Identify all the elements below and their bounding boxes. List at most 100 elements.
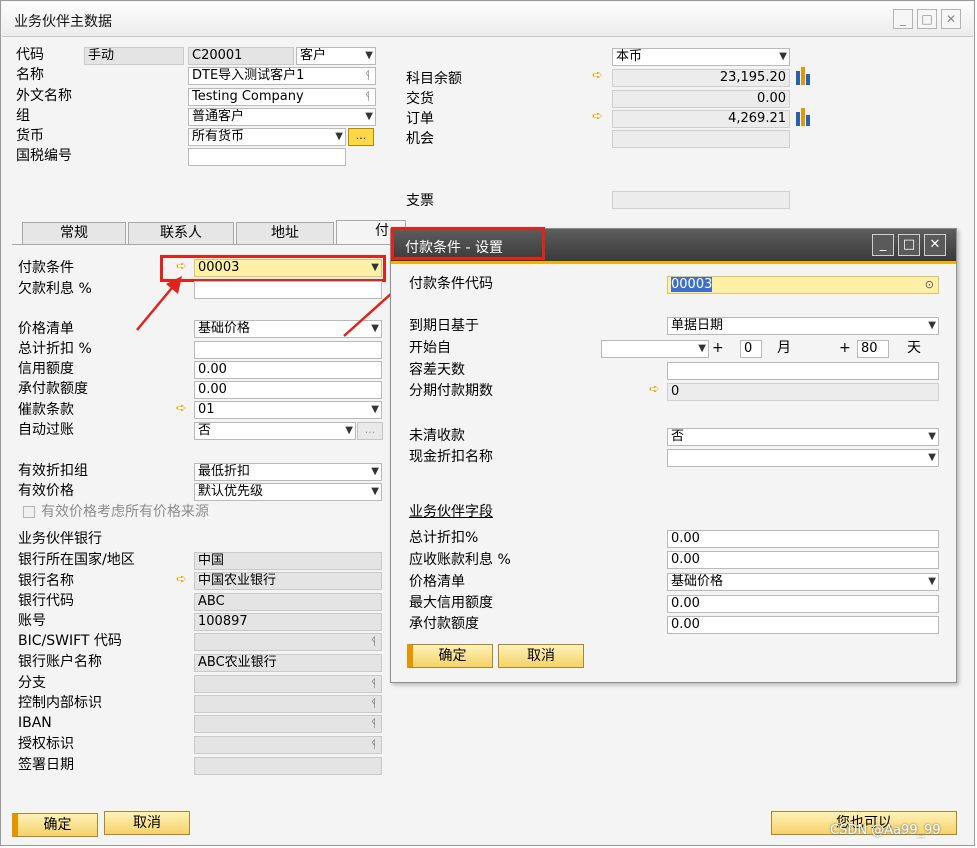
currency-label: 货币 bbox=[16, 128, 44, 144]
dlg-tolerance-field[interactable] bbox=[667, 362, 939, 380]
eff-price-checkbox[interactable] bbox=[23, 506, 35, 518]
dlg-open-value: 否 bbox=[671, 429, 685, 444]
link-arrow-icon[interactable]: ➪ bbox=[592, 108, 603, 126]
dlg-total-disc-label: 总计折扣% bbox=[409, 530, 479, 546]
dlg-commit-field[interactable]: 0.00 bbox=[667, 616, 939, 634]
currency-view-select[interactable]: 本币 ▼ bbox=[612, 48, 790, 66]
dialog-minimize-button[interactable]: _ bbox=[872, 234, 894, 256]
currency-view-value: 本币 bbox=[616, 49, 643, 64]
dlg-ok-button[interactable]: 确定 bbox=[407, 644, 493, 668]
dlg-cashdisc-select[interactable]: ▼ bbox=[667, 449, 939, 467]
sign-date-field bbox=[194, 757, 382, 775]
sign-date-label: 签署日期 bbox=[18, 757, 74, 773]
link-arrow-icon[interactable]: ➪ bbox=[176, 571, 187, 589]
control-field: ᛩ bbox=[194, 695, 382, 713]
mandate-field: ᛩ bbox=[194, 736, 382, 754]
commit-label: 承付款额度 bbox=[18, 381, 88, 397]
eff-disc-select[interactable]: 最低折扣 ▼ bbox=[194, 463, 382, 481]
bank-name-label: 银行名称 bbox=[18, 573, 74, 589]
tax-field[interactable] bbox=[188, 148, 346, 166]
chevron-down-icon: ▼ bbox=[371, 404, 379, 415]
check-label: 支票 bbox=[406, 193, 434, 209]
close-button[interactable]: ✕ bbox=[941, 9, 961, 29]
account-no-field: 100897 bbox=[194, 613, 382, 631]
chevron-down-icon: ▼ bbox=[345, 425, 353, 436]
foreign-name-field[interactable]: Testing Company ᛩ bbox=[188, 88, 376, 106]
eff-price-label: 有效价格 bbox=[18, 483, 74, 499]
eff-price-check-label: 有效价格考虑所有价格来源 bbox=[41, 504, 209, 520]
dlg-plus-days: + bbox=[839, 340, 851, 356]
dialog-maximize-button[interactable]: □ bbox=[898, 234, 920, 256]
dlg-cashdisc-label: 现金折扣名称 bbox=[409, 449, 493, 465]
dlg-max-credit-field[interactable]: 0.00 bbox=[667, 595, 939, 613]
dlg-open-select[interactable]: 否 ▼ bbox=[667, 428, 939, 446]
dlg-installments-label: 分期付款期数 bbox=[409, 383, 493, 399]
account-name-field: ABC农业银行 bbox=[194, 654, 382, 672]
link-arrow-icon[interactable]: ➪ bbox=[176, 400, 187, 418]
link-arrow-icon[interactable]: ➪ bbox=[649, 381, 660, 399]
eff-price-select[interactable]: 默认优先级 ▼ bbox=[194, 483, 382, 501]
autopost-browse-button[interactable]: ... bbox=[357, 422, 383, 440]
dialog-close-button[interactable]: ✕ bbox=[924, 234, 946, 256]
account-no-label: 账号 bbox=[18, 613, 46, 629]
branch-label: 分支 bbox=[18, 675, 46, 691]
dlg-start-label: 开始自 bbox=[409, 340, 451, 356]
name-field[interactable]: DTE导入测试客户1 ᛩ bbox=[188, 67, 376, 85]
bank-country-label: 银行所在国家/地区 bbox=[18, 552, 135, 568]
chevron-down-icon: ▼ bbox=[371, 466, 379, 477]
bank-country-field: 中国 bbox=[194, 552, 382, 570]
name-value: DTE导入测试客户1 bbox=[192, 68, 305, 83]
dlg-code-field[interactable]: 00003 ⊙ bbox=[667, 276, 939, 294]
order-label: 订单 bbox=[406, 111, 434, 127]
bar-chart-icon[interactable] bbox=[796, 108, 814, 126]
dlg-days-field[interactable]: 80 bbox=[857, 340, 889, 358]
credit-field[interactable]: 0.00 bbox=[194, 361, 382, 379]
bank-section-label: 业务伙伴银行 bbox=[18, 531, 102, 547]
chevron-down-icon: ▼ bbox=[928, 320, 936, 331]
type-select[interactable]: 客户 ▼ bbox=[296, 47, 376, 65]
chevron-down-icon: ▼ bbox=[928, 452, 936, 463]
maximize-button[interactable]: □ bbox=[917, 9, 937, 29]
chevron-down-icon: ▼ bbox=[928, 431, 936, 442]
ok-button[interactable]: 确定 bbox=[12, 813, 98, 837]
dlg-interest-field[interactable]: 0.00 bbox=[667, 551, 939, 569]
group-value: 普通客户 bbox=[192, 109, 245, 124]
dlg-months-field[interactable]: 0 bbox=[740, 340, 762, 358]
link-arrow-icon[interactable]: ➪ bbox=[592, 67, 603, 85]
minimize-button[interactable]: _ bbox=[893, 9, 913, 29]
type-value: 客户 bbox=[300, 48, 327, 63]
discount-label: 总计折扣 % bbox=[18, 341, 92, 357]
currency-select[interactable]: 所有货币 ▼ bbox=[188, 128, 346, 146]
bank-code-label: 银行代码 bbox=[18, 593, 74, 609]
window-title: 业务伙伴主数据 bbox=[14, 14, 112, 30]
currency-browse-button[interactable]: ... bbox=[348, 128, 374, 146]
dlg-due-select[interactable]: 单据日期 ▼ bbox=[667, 317, 939, 335]
account-balance-label: 科目余额 bbox=[406, 71, 462, 87]
payment-terms-dialog: 付款条件 - 设置 _ □ ✕ 付款条件代码 00003 ⊙ 到期日基于 单据日期… bbox=[390, 227, 957, 683]
code-field[interactable]: C20001 bbox=[188, 47, 294, 65]
search-icon: ⊙ bbox=[924, 278, 934, 291]
eff-disc-value: 最低折扣 bbox=[198, 464, 251, 479]
foreign-name-value: Testing Company bbox=[192, 89, 304, 104]
bar-chart-icon[interactable] bbox=[796, 67, 814, 85]
dunning-value: 01 bbox=[198, 402, 215, 417]
dlg-pricelist-select[interactable]: 基础价格 ▼ bbox=[667, 573, 939, 591]
bank-name-field: 中国农业银行 bbox=[194, 572, 382, 590]
tab-address[interactable]: 地址 bbox=[236, 222, 334, 244]
dlg-total-disc-field[interactable]: 0.00 bbox=[667, 530, 939, 548]
window-titlebar: 业务伙伴主数据 _ □ ✕ bbox=[2, 2, 973, 37]
group-select[interactable]: 普通客户 ▼ bbox=[188, 108, 376, 126]
dlg-due-label: 到期日基于 bbox=[409, 318, 479, 334]
autopost-select[interactable]: 否 ▼ bbox=[194, 422, 356, 440]
eff-price-value: 默认优先级 bbox=[198, 484, 264, 499]
dunning-select[interactable]: 01 ▼ bbox=[194, 401, 382, 419]
dlg-open-label: 未清收款 bbox=[409, 428, 465, 444]
tab-contacts[interactable]: 联系人 bbox=[128, 222, 234, 244]
cancel-button[interactable]: 取消 bbox=[104, 811, 190, 835]
code-mode-field: 手动 bbox=[84, 47, 184, 65]
commit-field[interactable]: 0.00 bbox=[194, 381, 382, 399]
dlg-cancel-button[interactable]: 取消 bbox=[498, 644, 584, 668]
dlg-start-select[interactable]: ▼ bbox=[601, 340, 709, 358]
highlight-dialog-title bbox=[391, 227, 545, 260]
tab-general[interactable]: 常规 bbox=[22, 222, 126, 244]
